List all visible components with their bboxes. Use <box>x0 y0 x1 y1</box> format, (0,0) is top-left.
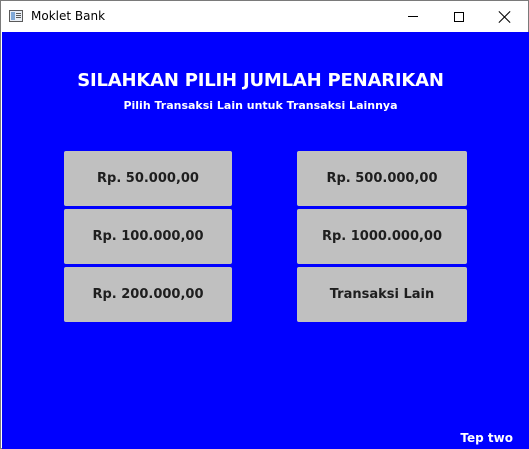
app-window-icon <box>9 10 23 22</box>
app-window: Moklet Bank SILAHKAN PILIH JUMLAH PENARI… <box>0 0 529 449</box>
withdraw-500000-button[interactable]: Rp. 500.000,00 <box>297 151 467 206</box>
other-transaction-button[interactable]: Transaksi Lain <box>297 267 467 322</box>
main-panel: SILAHKAN PILIH JUMLAH PENARIKAN Pilih Tr… <box>2 32 529 449</box>
withdraw-200000-button[interactable]: Rp. 200.000,00 <box>64 267 232 322</box>
withdraw-50000-button[interactable]: Rp. 50.000,00 <box>64 151 232 206</box>
footer-label: Tep two <box>460 431 513 445</box>
page-subtitle: Pilih Transaksi Lain untuk Transaksi Lai… <box>123 99 398 112</box>
window-title: Moklet Bank <box>31 9 106 23</box>
maximize-icon <box>454 11 464 22</box>
page-title: SILAHKAN PILIH JUMLAH PENARIKAN <box>77 70 444 91</box>
withdraw-100000-button[interactable]: Rp. 100.000,00 <box>64 209 232 264</box>
close-icon <box>499 11 511 23</box>
withdraw-1000000-button[interactable]: Rp. 1000.000,00 <box>297 209 467 264</box>
close-button[interactable] <box>482 1 528 32</box>
title-bar[interactable]: Moklet Bank <box>1 1 528 32</box>
maximize-button[interactable] <box>436 1 482 32</box>
minimize-icon <box>408 16 418 17</box>
minimize-button[interactable] <box>390 1 436 32</box>
